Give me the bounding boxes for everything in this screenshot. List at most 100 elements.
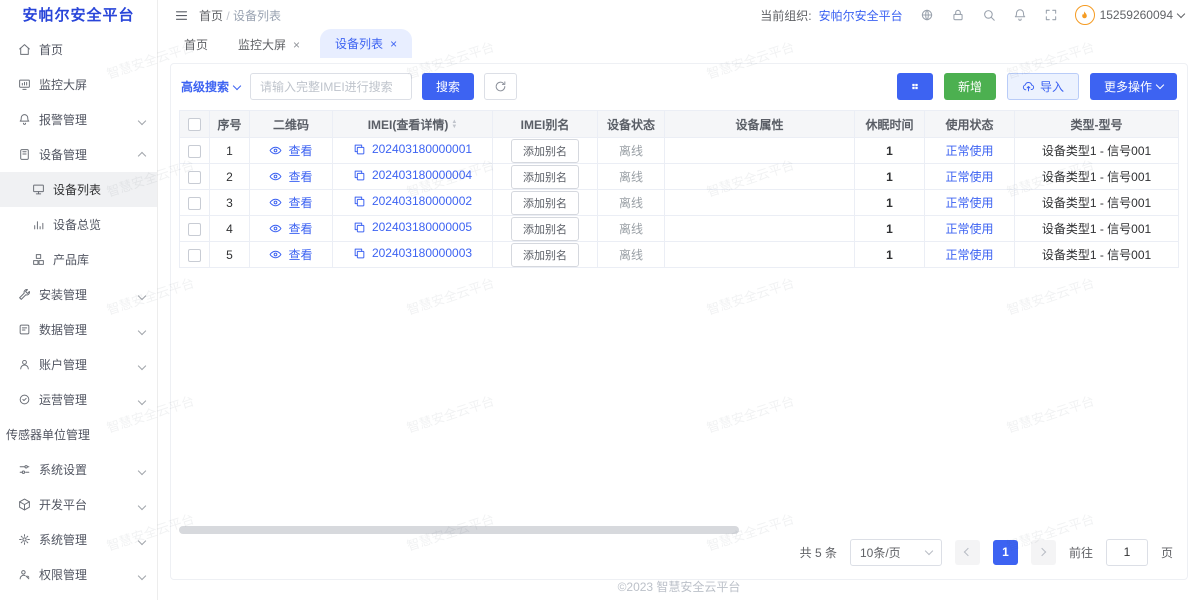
cell-sleep: 1: [855, 164, 925, 190]
toolbar: 高级搜索 搜索 新增 导入: [179, 73, 1179, 110]
next-page-button[interactable]: [1031, 540, 1056, 565]
sidebar-item-home[interactable]: 首页: [0, 32, 157, 67]
advanced-search-toggle[interactable]: 高级搜索: [181, 78, 240, 95]
cell-usage-status[interactable]: 正常使用: [925, 242, 1015, 268]
add-alias-button[interactable]: 添加别名: [511, 243, 579, 267]
search-icon[interactable]: [982, 8, 996, 22]
add-alias-button[interactable]: 添加别名: [511, 165, 579, 189]
qrcode-view-link[interactable]: 查看: [269, 168, 312, 185]
row-checkbox[interactable]: [188, 249, 201, 262]
add-alias-button[interactable]: 添加别名: [511, 139, 579, 163]
imei-link[interactable]: 202403180000004: [353, 168, 472, 182]
cell-usage-status[interactable]: 正常使用: [925, 190, 1015, 216]
page-unit-label: 页: [1161, 544, 1173, 561]
collapse-menu-icon[interactable]: [174, 8, 189, 23]
device-list-card: 高级搜索 搜索 新增 导入: [170, 63, 1188, 580]
goto-page-input[interactable]: [1106, 539, 1148, 566]
chevron-down-icon: [1177, 10, 1185, 18]
sidebar-item-system-settings[interactable]: 系统设置: [0, 452, 157, 487]
chevron-down-icon: [139, 358, 145, 372]
top-bar: 首页 / 设备列表 当前组织: 安帕尔安全平台 15259260094: [158, 0, 1200, 30]
globe-icon[interactable]: [920, 8, 934, 22]
refresh-button[interactable]: [484, 73, 517, 100]
row-checkbox[interactable]: [188, 223, 201, 236]
imei-link[interactable]: 202403180000005: [353, 220, 472, 234]
sidebar-item-sensor-unit-mgmt[interactable]: 传感器单位管理: [0, 417, 157, 452]
sidebar-item-install-mgmt[interactable]: 安装管理: [0, 277, 157, 312]
imei-link[interactable]: 202403180000003: [353, 246, 472, 260]
tab-home[interactable]: 首页: [174, 31, 218, 58]
dev-icon: [18, 498, 31, 511]
qrcode-view-link[interactable]: 查看: [269, 220, 312, 237]
copy-icon: [353, 195, 366, 208]
bell-icon[interactable]: [1013, 8, 1027, 22]
chevron-down-icon: [925, 547, 933, 555]
cell-index: 2: [210, 164, 250, 190]
close-icon[interactable]: ×: [390, 38, 397, 50]
current-page-button[interactable]: 1: [993, 540, 1018, 565]
sidebar-item-dev-platform[interactable]: 开发平台: [0, 487, 157, 522]
chevron-up-icon: [139, 148, 145, 162]
imei-link[interactable]: 202403180000002: [353, 194, 472, 208]
search-button[interactable]: 搜索: [422, 73, 474, 100]
header-status: 设备状态: [598, 111, 665, 138]
add-alias-button[interactable]: 添加别名: [511, 217, 579, 241]
lock-icon[interactable]: [951, 8, 965, 22]
sort-icon[interactable]: ▲▼: [451, 120, 457, 130]
copy-icon: [353, 143, 366, 156]
total-count: 共 5 条: [800, 544, 837, 561]
sidebar-item-device-overview[interactable]: 设备总览: [0, 207, 157, 242]
add-button[interactable]: 新增: [944, 73, 996, 100]
sidebar-item-operation-mgmt[interactable]: 运营管理: [0, 382, 157, 417]
sidebar-item-device-mgmt[interactable]: 设备管理: [0, 137, 157, 172]
table-row: 5 查看 202403180000003 添加别名 离线 1 正常使用 设备类型…: [180, 242, 1179, 268]
cell-usage-status[interactable]: 正常使用: [925, 164, 1015, 190]
header-qrcode: 二维码: [250, 111, 333, 138]
column-settings-button[interactable]: [897, 73, 933, 100]
user-menu[interactable]: 15259260094: [1075, 5, 1184, 25]
cell-device-status: 离线: [598, 242, 665, 268]
imei-link[interactable]: 202403180000001: [353, 142, 472, 156]
tab-label: 首页: [184, 36, 208, 53]
scrollbar-thumb[interactable]: [179, 526, 739, 534]
tab-device-list[interactable]: 设备列表 ×: [320, 29, 412, 58]
sidebar-item-alarm-mgmt[interactable]: 报警管理: [0, 102, 157, 137]
sidebar-item-system-mgmt[interactable]: 系统管理: [0, 522, 157, 557]
cell-attrs: [665, 138, 855, 164]
qrcode-view-link[interactable]: 查看: [269, 142, 312, 159]
tab-monitor-screen[interactable]: 监控大屏 ×: [228, 31, 310, 58]
sidebar-item-permission-mgmt[interactable]: 权限管理: [0, 557, 157, 592]
imei-search-input[interactable]: [250, 73, 412, 100]
header-imei[interactable]: IMEI(查看详情)▲▼: [333, 111, 493, 138]
sidebar-item-device-list[interactable]: 设备列表: [0, 172, 157, 207]
org-name-link[interactable]: 安帕尔安全平台: [819, 7, 903, 24]
sidebar-item-account-mgmt[interactable]: 账户管理: [0, 347, 157, 382]
qrcode-view-link[interactable]: 查看: [269, 194, 312, 211]
refresh-icon: [494, 80, 507, 93]
sidebar-item-data-mgmt[interactable]: 数据管理: [0, 312, 157, 347]
sidebar-item-monitor-screen[interactable]: 监控大屏: [0, 67, 157, 102]
data-icon: [18, 323, 31, 336]
prev-page-button[interactable]: [955, 540, 980, 565]
cell-usage-status[interactable]: 正常使用: [925, 216, 1015, 242]
row-checkbox[interactable]: [188, 145, 201, 158]
import-button[interactable]: 导入: [1007, 73, 1079, 100]
table-row: 3 查看 202403180000002 添加别名 离线 1 正常使用 设备类型…: [180, 190, 1179, 216]
header-sleep: 休眠时间: [855, 111, 925, 138]
page-size-select[interactable]: 10条/页: [850, 539, 942, 566]
row-checkbox[interactable]: [188, 171, 201, 184]
fullscreen-icon[interactable]: [1044, 8, 1058, 22]
sidebar-item-product-library[interactable]: 产品库: [0, 242, 157, 277]
qrcode-view-link[interactable]: 查看: [269, 246, 312, 263]
breadcrumb: 首页 / 设备列表: [199, 7, 281, 24]
cloud-upload-icon: [1022, 80, 1035, 93]
add-alias-button[interactable]: 添加别名: [511, 191, 579, 215]
close-icon[interactable]: ×: [293, 39, 300, 51]
system-icon: [18, 533, 31, 546]
select-all-checkbox[interactable]: [188, 118, 201, 131]
breadcrumb-home[interactable]: 首页: [199, 9, 223, 23]
cell-usage-status[interactable]: 正常使用: [925, 138, 1015, 164]
row-checkbox[interactable]: [188, 197, 201, 210]
more-actions-button[interactable]: 更多操作: [1090, 73, 1177, 100]
sidebar-item-label: 设备总览: [53, 216, 101, 233]
